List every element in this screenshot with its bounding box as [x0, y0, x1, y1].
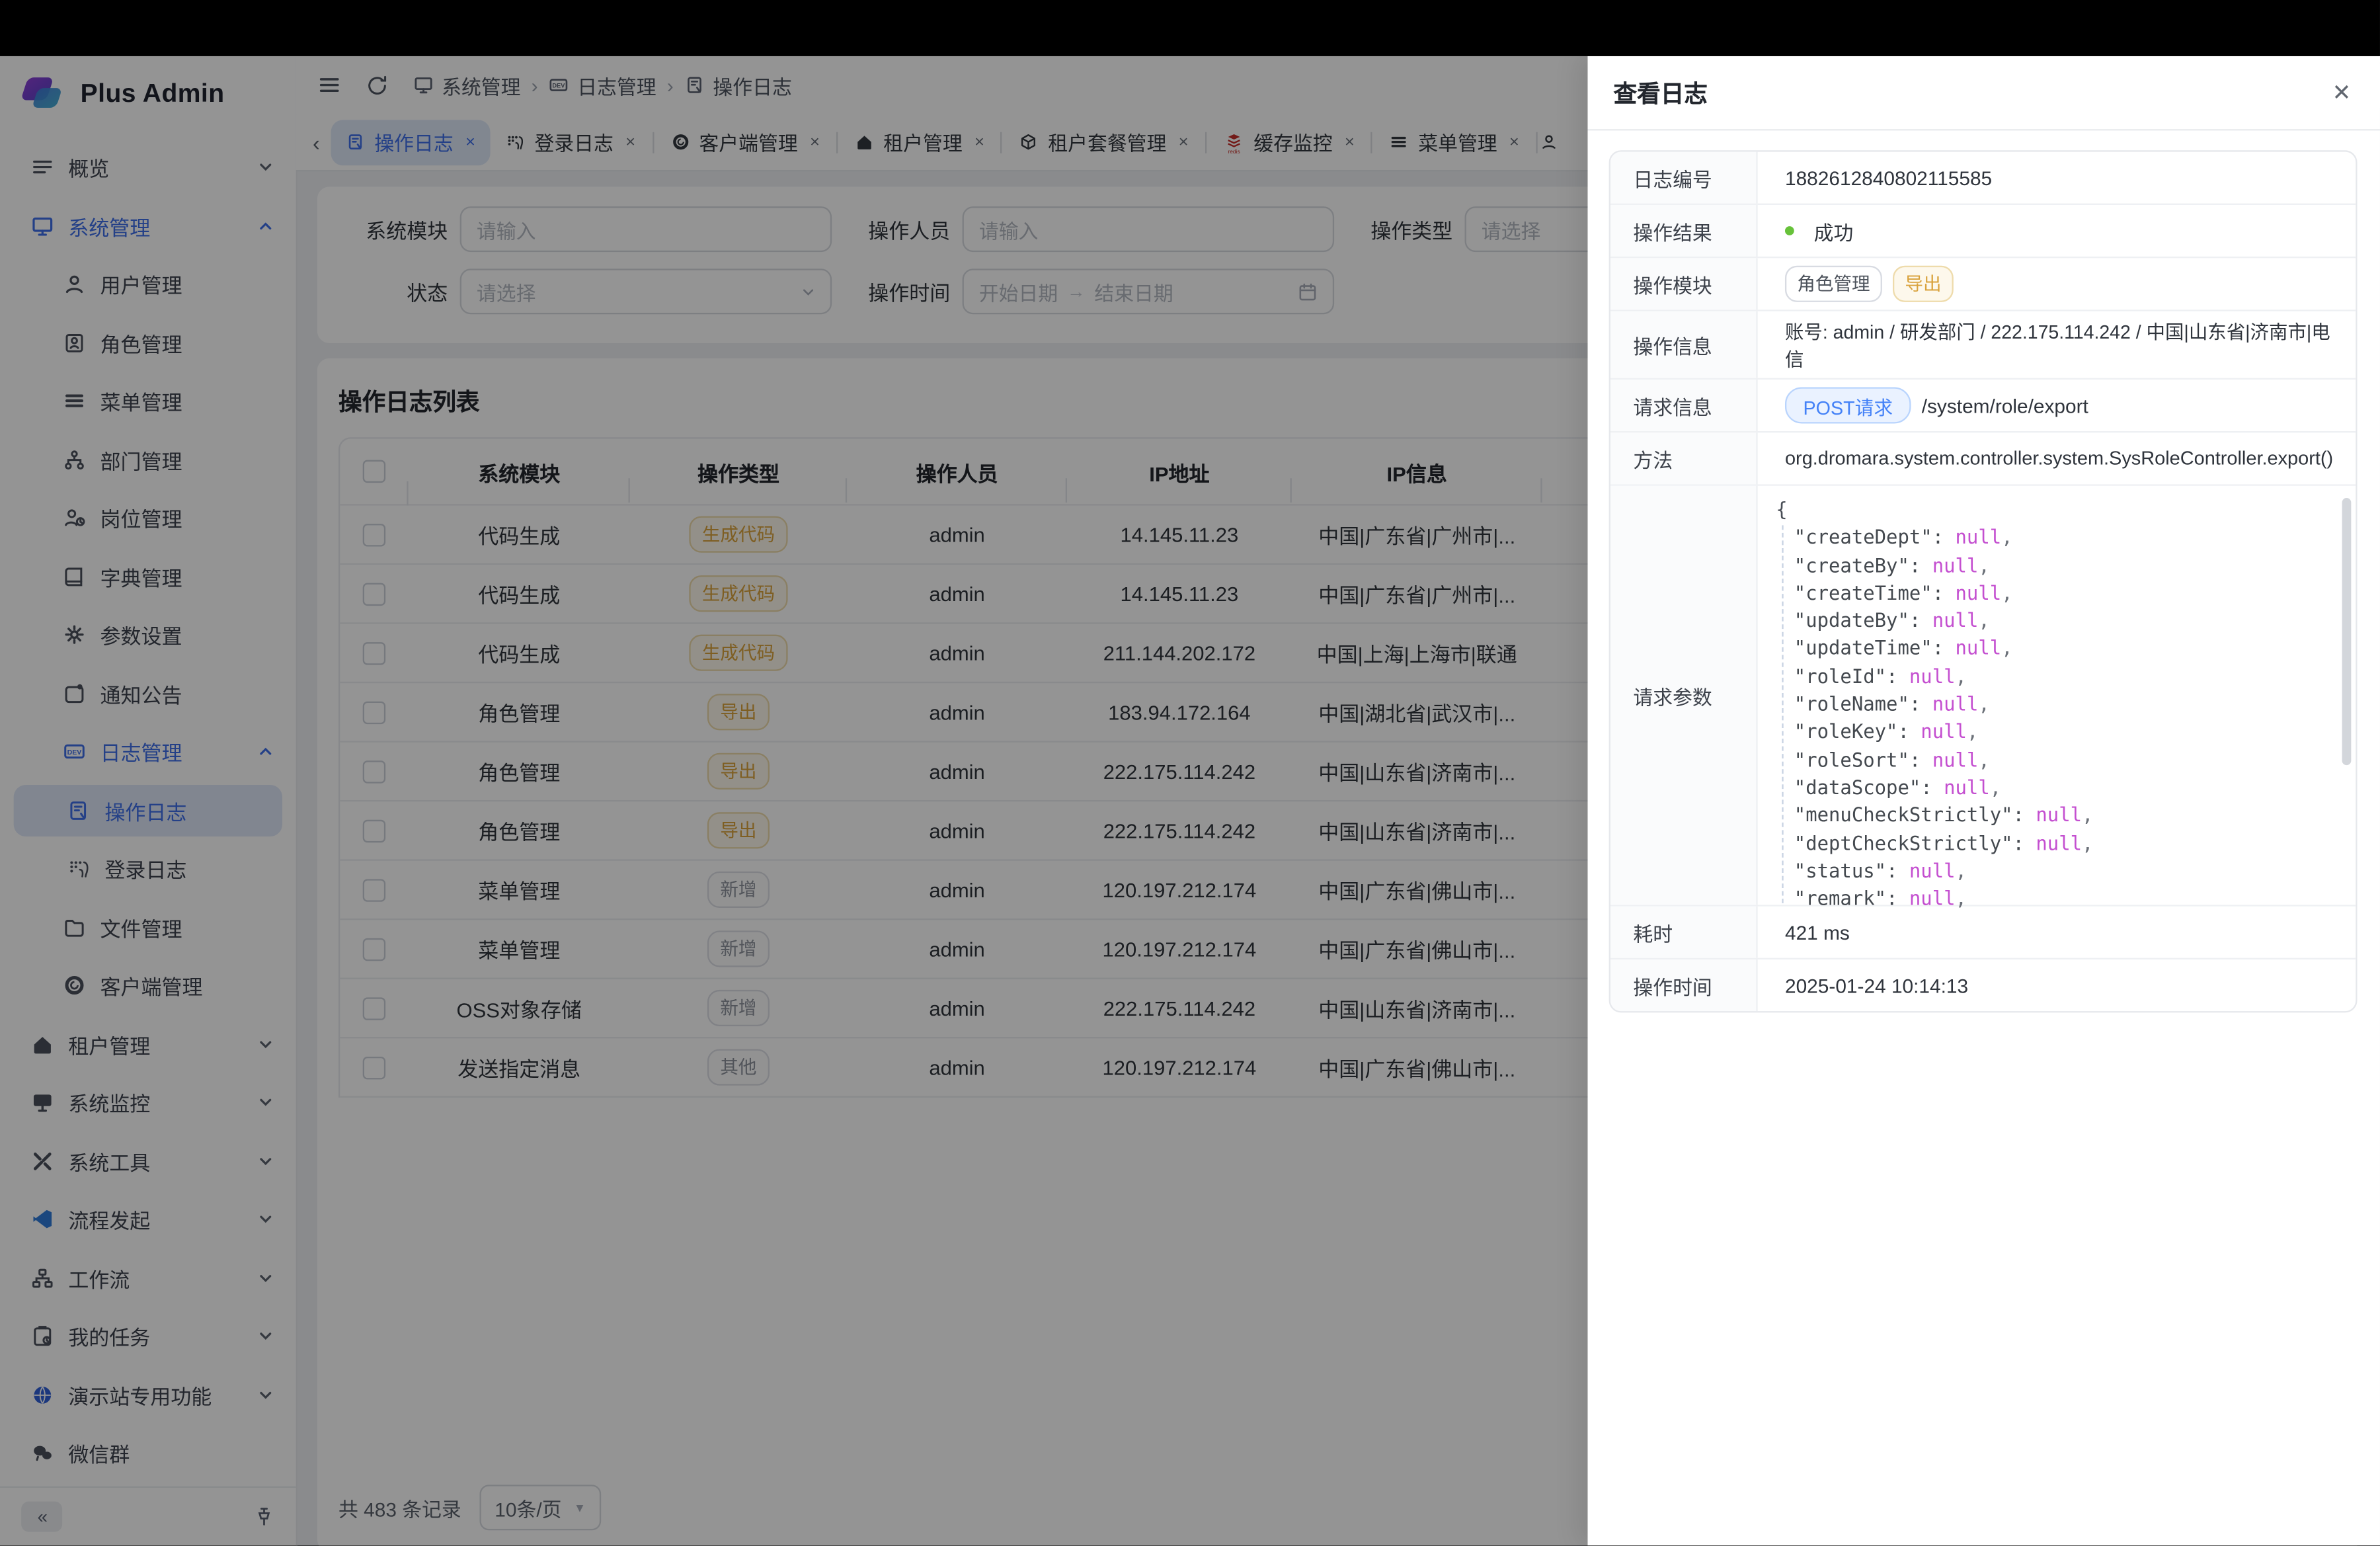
duration-value: 421 ms [1758, 907, 2356, 958]
request-info-value: POST请求 /system/role/export [1758, 380, 2356, 431]
modal-overlay[interactable] [0, 56, 1588, 1546]
indent-guide [1782, 525, 1783, 904]
detail-row-operation-info: 操作信息 账号: admin / 研发部门 / 222.175.114.242 … [1610, 311, 2356, 380]
module-tags: 角色管理 导出 [1758, 258, 2356, 309]
drawer-title: 查看日志 [1614, 76, 1708, 110]
detail-row-duration: 耗时 421 ms [1610, 907, 2356, 959]
drawer-header: 查看日志 ✕ [1588, 56, 2380, 130]
admin-app: Plus Admin 概览 系统管理 用户管理 [0, 56, 2380, 1546]
close-icon[interactable]: ✕ [2332, 79, 2351, 106]
request-path: /system/role/export [1922, 394, 2088, 417]
json-viewer[interactable]: { createDeptnull createBynull createTime… [1758, 486, 2356, 913]
view-log-drawer: 查看日志 ✕ 日志编号 1882612840802115585 操作结果 成功 … [1588, 56, 2380, 1546]
detail-row-log-id: 日志编号 1882612840802115585 [1610, 152, 2356, 205]
method-value: org.dromara.system.controller.system.Sys… [1758, 432, 2356, 484]
detail-row-request-params: 请求参数 { createDeptnull createBynull creat… [1610, 486, 2356, 907]
action-tag: 导出 [1893, 266, 1954, 302]
detail-row-op-time: 操作时间 2025-01-24 10:14:13 [1610, 959, 2356, 1011]
operation-info-value: 账号: admin / 研发部门 / 222.175.114.242 / 中国|… [1758, 311, 2356, 378]
detail-row-request-info: 请求信息 POST请求 /system/role/export [1610, 380, 2356, 432]
post-request-tag: POST请求 [1785, 387, 1911, 423]
success-dot-icon [1785, 226, 1794, 235]
log-id-value: 1882612840802115585 [1758, 152, 2356, 204]
window-chrome-bar [0, 0, 2380, 56]
log-detail-table: 日志编号 1882612840802115585 操作结果 成功 操作模块 角色… [1609, 150, 2358, 1012]
op-time-value: 2025-01-24 10:14:13 [1758, 959, 2356, 1011]
detail-row-module: 操作模块 角色管理 导出 [1610, 258, 2356, 311]
app-stage: Plus Admin 概览 系统管理 用户管理 [0, 0, 2380, 1546]
json-open-brace: { [1776, 497, 2334, 524]
drawer-body: 日志编号 1882612840802115585 操作结果 成功 操作模块 角色… [1588, 130, 2380, 1012]
module-tag: 角色管理 [1785, 266, 1882, 302]
detail-row-result: 操作结果 成功 [1610, 205, 2356, 258]
json-scrollbar-thumb[interactable] [2342, 498, 2352, 765]
request-params-value: { createDeptnull createBynull createTime… [1758, 486, 2356, 905]
detail-row-method: 方法 org.dromara.system.controller.system.… [1610, 432, 2356, 485]
result-value: 成功 [1758, 205, 2356, 257]
